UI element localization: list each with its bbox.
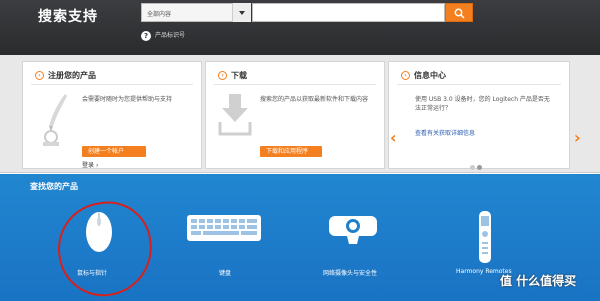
login-link-text: 登录 — [82, 162, 95, 169]
product-label-webcam[interactable]: 网络摄像头与安全性 — [323, 268, 377, 277]
carousel-dot[interactable] — [470, 165, 475, 170]
info-panels: › 注册您的产品 会需要时随时为您提供帮助与支持 创建一个帐户 登录 › › 下载 … — [0, 55, 600, 173]
info-center-title: › 信息中心 — [401, 70, 446, 81]
downloads-button[interactable]: 下载和应用程序 — [260, 146, 322, 157]
keyboard-icon — [187, 215, 261, 241]
register-title-text: 注册您的产品 — [48, 71, 96, 80]
download-title-text: 下载 — [231, 71, 247, 80]
search-input[interactable] — [252, 3, 445, 22]
create-account-button[interactable]: 创建一个帐户 — [82, 146, 146, 157]
watermark-logo: 值 什么值得买 — [500, 274, 577, 288]
support-header: 搜索支持 全部内容 ? 产品标识号 — [0, 0, 600, 55]
register-title: › 注册您的产品 — [35, 70, 96, 81]
details-link[interactable]: 查看有关获取详细信息 — [415, 128, 475, 137]
download-title: › 下载 — [218, 70, 247, 81]
download-panel: › 下载 搜索您的产品以获取最新软件和下载内容 下载和应用程序 — [205, 61, 385, 169]
divider — [214, 84, 376, 85]
register-panel: › 注册您的产品 会需要时随时为您提供帮助与支持 创建一个帐户 登录 › — [22, 61, 202, 169]
page-title: 搜索支持 — [38, 9, 98, 25]
help-label: 产品标识号 — [155, 32, 186, 39]
download-icon — [218, 94, 252, 136]
product-keyboard[interactable] — [186, 214, 266, 254]
info-center-title-text: 信息中心 — [414, 71, 446, 80]
chevron-down-icon[interactable] — [232, 3, 251, 22]
arrow-circle-icon: › — [35, 71, 44, 80]
search-button[interactable] — [445, 3, 473, 22]
carousel-prev-button[interactable]: ‹ — [390, 128, 397, 147]
divider — [397, 84, 561, 85]
pen-icon — [43, 94, 67, 146]
carousel-dots — [470, 155, 484, 174]
arrow-circle-icon: › — [401, 71, 410, 80]
login-link[interactable]: 登录 › — [82, 160, 98, 169]
annotation-circle — [51, 195, 159, 301]
product-label-keyboard[interactable]: 键盘 — [219, 268, 231, 277]
remote-icon — [479, 211, 491, 263]
download-description: 搜索您的产品以获取最新软件和下载内容 — [260, 96, 369, 103]
info-center-description: 使用 USB 3.0 设备时，您的 Logitech 产品是否无法正常运行？ — [415, 96, 550, 112]
webcam-icon — [329, 216, 377, 244]
product-remote[interactable] — [478, 210, 498, 268]
search-icon — [454, 8, 465, 19]
divider — [31, 84, 193, 85]
register-description: 会需要时随时为您提供帮助与支持 — [82, 96, 173, 103]
info-center-panel: › 信息中心 使用 USB 3.0 设备时，您的 Logitech 产品是否无法正… — [388, 61, 570, 169]
product-webcam[interactable] — [327, 214, 387, 254]
arrow-circle-icon: › — [218, 71, 227, 80]
product-id-help[interactable]: ? 产品标识号 — [141, 30, 185, 41]
carousel-next-button[interactable]: › — [574, 128, 581, 147]
question-icon: ? — [141, 30, 151, 41]
carousel-dot-active[interactable] — [477, 165, 482, 170]
chevron-right-icon: › — [95, 162, 99, 169]
products-title: 查找您的产品 — [30, 182, 78, 191]
